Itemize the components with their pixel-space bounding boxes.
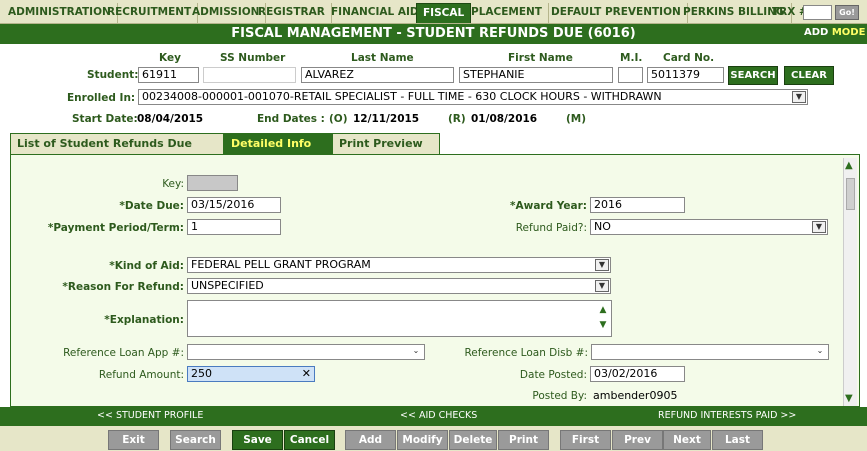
save-button[interactable]: Save	[232, 430, 283, 450]
search-toolbar-button[interactable]: Search	[170, 430, 221, 450]
textarea-scroll-arrows-icon[interactable]: ▲ ▼	[596, 303, 610, 334]
card-header: Card No.	[663, 52, 715, 64]
end-dates-label: End Dates :	[257, 113, 325, 125]
nav-tab-registrar[interactable]: REGISTRAR	[252, 3, 332, 23]
revised-end-label: (R)	[448, 113, 466, 125]
print-button[interactable]: Print	[498, 430, 549, 450]
date-posted-input[interactable]: 03/02/2016	[590, 366, 685, 382]
enrolled-select[interactable]: 00234008-000001-001070-RETAIL SPECIALIST…	[138, 89, 808, 105]
nav-tab-placement[interactable]: PLACEMENT	[465, 3, 549, 23]
mi-input[interactable]	[618, 67, 643, 83]
original-end-label: (O)	[329, 113, 348, 125]
reason-value: UNSPECIFIED	[191, 279, 264, 292]
student-label: Student:	[87, 69, 139, 81]
explanation-textarea[interactable]: ▲ ▼	[187, 300, 612, 337]
start-date-value: 08/04/2015	[137, 113, 204, 125]
add-button[interactable]: Add	[345, 430, 396, 450]
loan-disb-label: Reference Loan Disb #:	[464, 347, 588, 359]
modified-end-label: (M)	[566, 113, 587, 125]
first-name-header: First Name	[508, 52, 573, 64]
kind-of-aid-label: *Kind of Aid:	[109, 260, 184, 272]
aid-checks-link[interactable]: << AID CHECKS	[400, 410, 477, 421]
loan-app-label: Reference Loan App #:	[63, 347, 184, 359]
key-header: Key	[159, 52, 181, 64]
chevron-down-icon: ▼	[812, 221, 826, 233]
award-year-input[interactable]: 2016	[590, 197, 685, 213]
chevron-down-icon: ▼	[792, 91, 806, 103]
tab-print-preview[interactable]: Print Preview	[332, 133, 440, 154]
scroll-up-icon[interactable]: ▲	[845, 160, 853, 171]
refund-amount-input[interactable]: 250 ✕	[187, 366, 315, 382]
mode-add: ADD	[804, 27, 829, 38]
panel-scrollbar[interactable]: ▲ ▼	[843, 158, 857, 406]
nav-tab-fiscal[interactable]: FISCAL	[416, 3, 472, 23]
clear-x-icon[interactable]: ✕	[302, 367, 311, 381]
tab-list-of-refunds[interactable]: List of Student Refunds Due	[10, 133, 224, 154]
modify-button[interactable]: Modify	[397, 430, 448, 450]
refund-paid-value: NO	[594, 220, 611, 233]
date-due-label: *Date Due:	[119, 200, 184, 212]
trx-input[interactable]	[803, 5, 832, 20]
student-key-input[interactable]: 61911	[138, 67, 199, 83]
posted-by-label: Posted By:	[532, 390, 587, 402]
last-name-header: Last Name	[351, 52, 414, 64]
refund-amount-label: Refund Amount:	[98, 369, 184, 381]
cancel-button[interactable]: Cancel	[284, 430, 335, 450]
revised-end-date: 01/08/2016	[471, 113, 538, 125]
explanation-label: *Explanation:	[104, 314, 184, 326]
award-year-label: *Award Year:	[510, 200, 587, 212]
delete-button[interactable]: Delete	[449, 430, 497, 450]
refund-paid-select[interactable]: NO ▼	[590, 219, 828, 235]
payment-period-input[interactable]: 1	[187, 219, 281, 235]
enrolled-label: Enrolled In:	[67, 92, 136, 104]
loan-disb-select[interactable]: ⌄	[591, 344, 829, 360]
original-end-date: 12/11/2015	[353, 113, 420, 125]
chevron-down-icon: ▼	[595, 259, 609, 271]
student-profile-link[interactable]: << STUDENT PROFILE	[97, 410, 203, 421]
card-input[interactable]: 5011379	[647, 67, 724, 83]
payment-period-label: *Payment Period/Term:	[47, 222, 184, 234]
posted-by-value: ambender0905	[593, 389, 678, 402]
start-date-label: Start Date:	[72, 113, 138, 125]
record-key-field	[187, 175, 238, 191]
kind-of-aid-value: FEDERAL PELL GRANT PROGRAM	[191, 258, 371, 271]
nav-tab-financial-aid[interactable]: FINANCIAL AID	[325, 3, 426, 23]
refund-paid-label: Refund Paid?:	[515, 222, 587, 234]
refund-interests-link[interactable]: REFUND INTERESTS PAID >>	[658, 410, 796, 421]
last-name-input[interactable]: ALVAREZ	[301, 67, 454, 83]
enrolled-value: 00234008-000001-001070-RETAIL SPECIALIST…	[142, 90, 662, 103]
nav-tab-recruitment[interactable]: RECRUITMENT	[101, 3, 199, 23]
prev-button[interactable]: Prev	[612, 430, 663, 450]
key-label: Key:	[162, 178, 184, 190]
first-button[interactable]: First	[560, 430, 611, 450]
kind-of-aid-select[interactable]: FEDERAL PELL GRANT PROGRAM ▼	[187, 257, 611, 273]
next-button[interactable]: Next	[663, 430, 711, 450]
page-title: FISCAL MANAGEMENT - STUDENT REFUNDS DUE …	[0, 24, 867, 44]
chevron-down-icon: ▼	[595, 280, 609, 292]
reason-select[interactable]: UNSPECIFIED ▼	[187, 278, 611, 294]
go-button[interactable]: Go!	[835, 5, 859, 20]
date-due-input[interactable]: 03/15/2016	[187, 197, 281, 213]
scroll-thumb[interactable]	[846, 178, 855, 210]
loan-app-select[interactable]: ⌄	[187, 344, 425, 360]
date-posted-label: Date Posted:	[519, 369, 587, 381]
top-navigation: ADMINISTRATION RECRUITMENT ADMISSION REG…	[0, 0, 867, 24]
first-name-input[interactable]: STEPHANIE	[459, 67, 613, 83]
chevron-down-icon: ⌄	[412, 346, 420, 355]
tab-detailed-info[interactable]: Detailed Info	[224, 133, 332, 154]
reason-label: *Reason For Refund:	[62, 281, 184, 293]
ssn-input[interactable]	[203, 67, 296, 83]
ssn-header: SS Number	[220, 52, 286, 64]
mode-indicator: ADD MODE	[804, 26, 865, 40]
mi-header: M.I.	[620, 52, 643, 64]
nav-tab-default-prevention[interactable]: DEFAULT PREVENTION	[545, 3, 688, 23]
clear-button[interactable]: CLEAR	[784, 66, 834, 85]
search-button[interactable]: SEARCH	[728, 66, 778, 85]
scroll-down-icon[interactable]: ▼	[845, 393, 853, 404]
chevron-down-icon: ⌄	[816, 346, 824, 355]
mode-label: MODE	[831, 27, 866, 38]
last-button[interactable]: Last	[712, 430, 763, 450]
refund-amount-value: 250	[191, 367, 212, 380]
exit-button[interactable]: Exit	[108, 430, 159, 450]
